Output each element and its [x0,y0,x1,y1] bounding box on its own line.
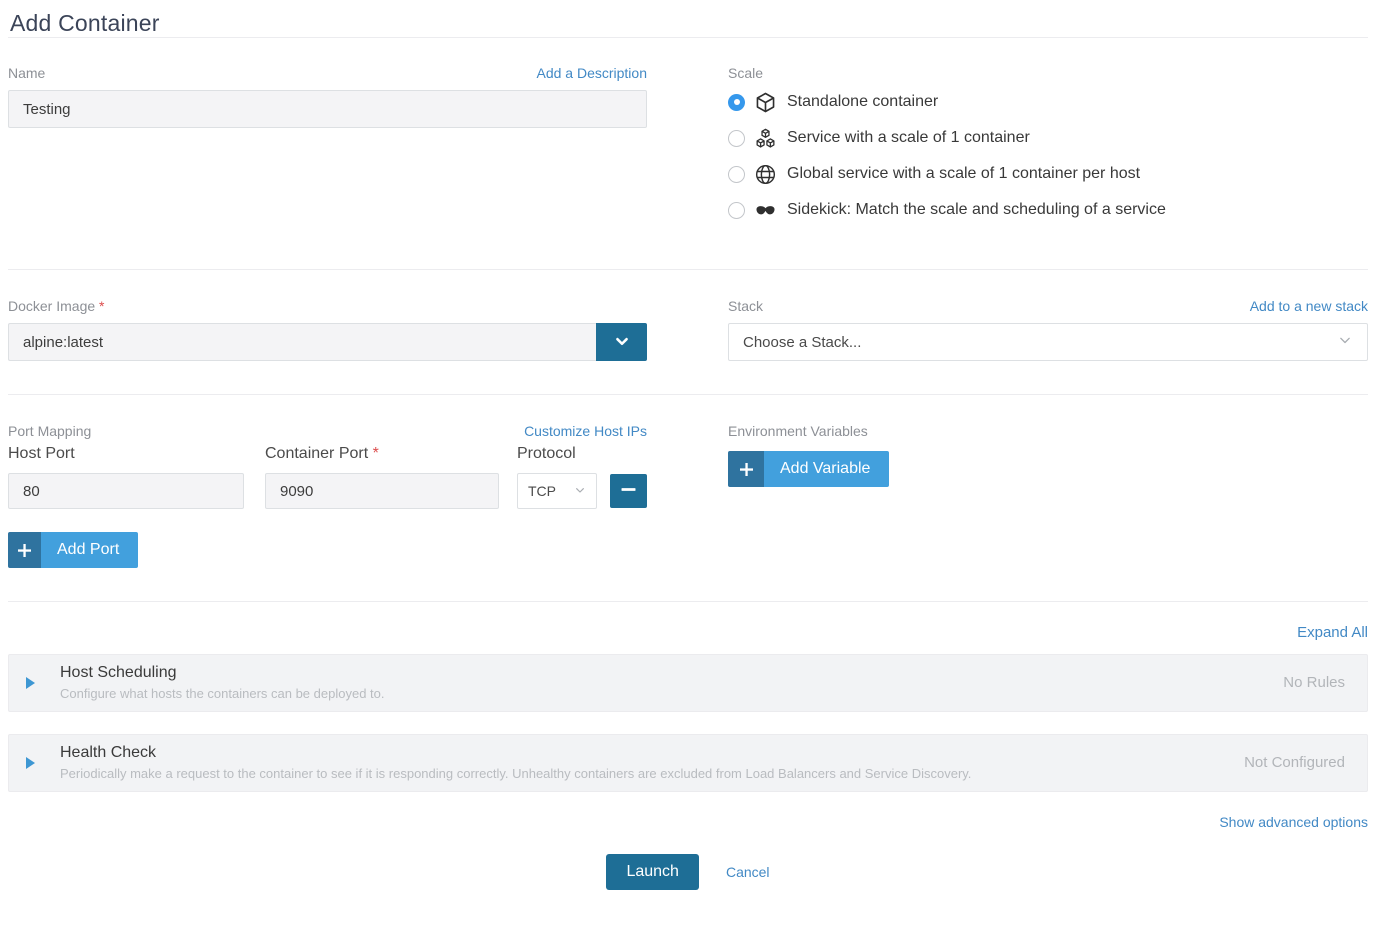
name-label: Name [8,65,45,81]
protocol-select[interactable]: TCP [517,473,597,509]
docker-image-input[interactable] [8,323,596,361]
port-mapping-row: Host Port Container Port * Protocol TCP [8,439,647,509]
chevron-down-icon [611,330,633,355]
radio-sidekick[interactable] [728,202,745,219]
accordion-title: Health Check [60,744,1214,762]
minus-icon [621,482,636,500]
plus-icon [8,532,41,568]
launch-button[interactable]: Launch [606,854,699,890]
plus-icon [728,451,764,487]
stack-label: Stack [728,298,763,314]
add-variable-button[interactable]: Add Variable [728,451,889,487]
add-to-new-stack-link[interactable]: Add to a new stack [1250,298,1368,314]
name-input[interactable] [8,90,647,128]
required-asterisk: * [99,298,104,314]
container-port-input[interactable] [265,473,499,509]
page-title: Add Container [8,0,1368,37]
host-port-label: Host Port [8,445,244,463]
accordion-status: Not Configured [1244,754,1345,771]
scale-option-global[interactable]: Global service with a scale of 1 contain… [728,162,1368,186]
stack-select-value: Choose a Stack... [743,334,861,351]
accordion-health-check[interactable]: Health Check Periodically make a request… [8,734,1368,792]
scale-option-label: Service with a scale of 1 container [787,129,1030,147]
accordion-title: Host Scheduling [60,664,1253,682]
scale-option-label: Standalone container [787,93,938,111]
radio-global[interactable] [728,166,745,183]
chevron-down-icon [1335,330,1355,354]
port-mapping-section: Port Mapping Customize Host IPs Host Por… [8,395,647,568]
name-section: Name Add a Description [8,38,647,234]
environment-variables-label: Environment Variables [728,423,868,439]
stack-section: Stack Add to a new stack Choose a Stack.… [728,270,1368,361]
scale-label: Scale [728,65,763,81]
add-description-link[interactable]: Add a Description [536,65,647,81]
globe-icon [754,163,777,186]
environment-variables-section: Environment Variables Add Variable [728,395,1368,568]
image-dropdown-button[interactable] [596,323,647,361]
accordion-description: Periodically make a request to the conta… [60,766,1214,781]
customize-host-ips-link[interactable]: Customize Host IPs [524,423,647,439]
add-variable-button-label: Add Variable [764,451,889,487]
accordion-toggle-icon[interactable] [26,757,44,769]
mask-icon [754,199,777,222]
required-asterisk: * [373,445,379,462]
add-port-button[interactable]: Add Port [8,532,138,568]
docker-image-label: Docker Image * [8,298,105,314]
accordion-description: Configure what hosts the containers can … [60,686,1253,701]
scale-option-service[interactable]: Service with a scale of 1 container [728,126,1368,150]
host-port-input[interactable] [8,473,244,509]
scale-option-label: Global service with a scale of 1 contain… [787,165,1140,183]
docker-image-section: Docker Image * [8,270,647,361]
service-cubes-icon [754,127,777,150]
protocol-label: Protocol [517,445,597,463]
cube-icon [754,91,777,114]
protocol-select-value: TCP [528,483,556,499]
port-mapping-label: Port Mapping [8,423,91,439]
radio-standalone[interactable] [728,94,745,111]
scale-option-label: Sidekick: Match the scale and scheduling… [787,201,1166,219]
container-port-label: Container Port * [265,445,499,463]
scale-option-sidekick[interactable]: Sidekick: Match the scale and scheduling… [728,198,1368,222]
remove-port-button[interactable] [610,474,647,508]
show-advanced-options-link[interactable]: Show advanced options [1219,814,1368,830]
accordion-host-scheduling[interactable]: Host Scheduling Configure what hosts the… [8,654,1368,712]
cancel-link[interactable]: Cancel [726,864,770,880]
chevron-down-icon [572,482,588,501]
scale-section: Scale Standalone container [728,38,1368,234]
scale-option-standalone[interactable]: Standalone container [728,90,1368,114]
radio-service[interactable] [728,130,745,147]
expand-all-link[interactable]: Expand All [1297,624,1368,641]
add-port-button-label: Add Port [41,532,138,568]
accordion-toggle-icon[interactable] [26,677,44,689]
section-divider [8,601,1368,602]
accordion-status: No Rules [1283,674,1345,691]
stack-select[interactable]: Choose a Stack... [728,323,1368,361]
